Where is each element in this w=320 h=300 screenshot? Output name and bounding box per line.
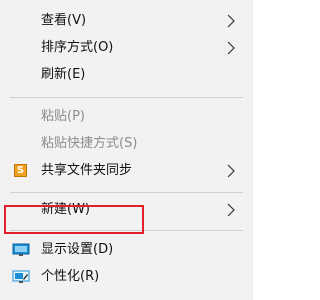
display-settings-icon bbox=[12, 243, 30, 256]
menu-item-display-settings[interactable]: 显示设置(D) bbox=[0, 237, 253, 263]
menu-item-new[interactable]: 新建(W) bbox=[0, 197, 253, 223]
menu-item-new-label: 新建(W) bbox=[41, 202, 90, 217]
menu-item-paste-shortcut[interactable]: 粘贴快捷方式(S) bbox=[0, 131, 253, 157]
menu-item-display-settings-label: 显示设置(D) bbox=[41, 242, 114, 257]
submenu-arrow-icon bbox=[227, 164, 235, 178]
menu-separator bbox=[10, 192, 243, 193]
menu-item-shared-folder-sync[interactable]: S 共享文件夹同步 bbox=[0, 158, 253, 184]
menu-item-refresh-label: 刷新(E) bbox=[41, 67, 86, 82]
menu-item-paste[interactable]: 粘贴(P) bbox=[0, 104, 253, 130]
menu-item-sort-by[interactable]: 排序方式(O) bbox=[0, 35, 253, 61]
menu-item-paste-label: 粘贴(P) bbox=[41, 109, 85, 124]
menu-item-shared-folder-sync-label: 共享文件夹同步 bbox=[41, 163, 133, 178]
submenu-arrow-icon bbox=[227, 41, 235, 55]
menu-item-personalize-label: 个性化(R) bbox=[41, 269, 100, 284]
menu-item-view[interactable]: 查看(V) bbox=[0, 8, 253, 34]
submenu-arrow-icon bbox=[227, 14, 235, 28]
personalize-icon bbox=[12, 270, 30, 283]
menu-separator bbox=[10, 97, 243, 98]
menu-item-personalize[interactable]: 个性化(R) bbox=[0, 264, 253, 290]
menu-separator bbox=[10, 230, 243, 231]
menu-item-refresh[interactable]: 刷新(E) bbox=[0, 62, 253, 88]
sync-share-s-icon: S bbox=[14, 164, 27, 177]
submenu-arrow-icon bbox=[227, 203, 235, 217]
menu-item-paste-shortcut-label: 粘贴快捷方式(S) bbox=[41, 136, 138, 151]
desktop-context-menu: 查看(V) 排序方式(O) 刷新(E) 粘贴(P) 粘贴快捷方式(S) S 共享… bbox=[0, 0, 253, 300]
menu-item-view-label: 查看(V) bbox=[41, 13, 87, 28]
menu-item-sort-by-label: 排序方式(O) bbox=[41, 40, 114, 55]
